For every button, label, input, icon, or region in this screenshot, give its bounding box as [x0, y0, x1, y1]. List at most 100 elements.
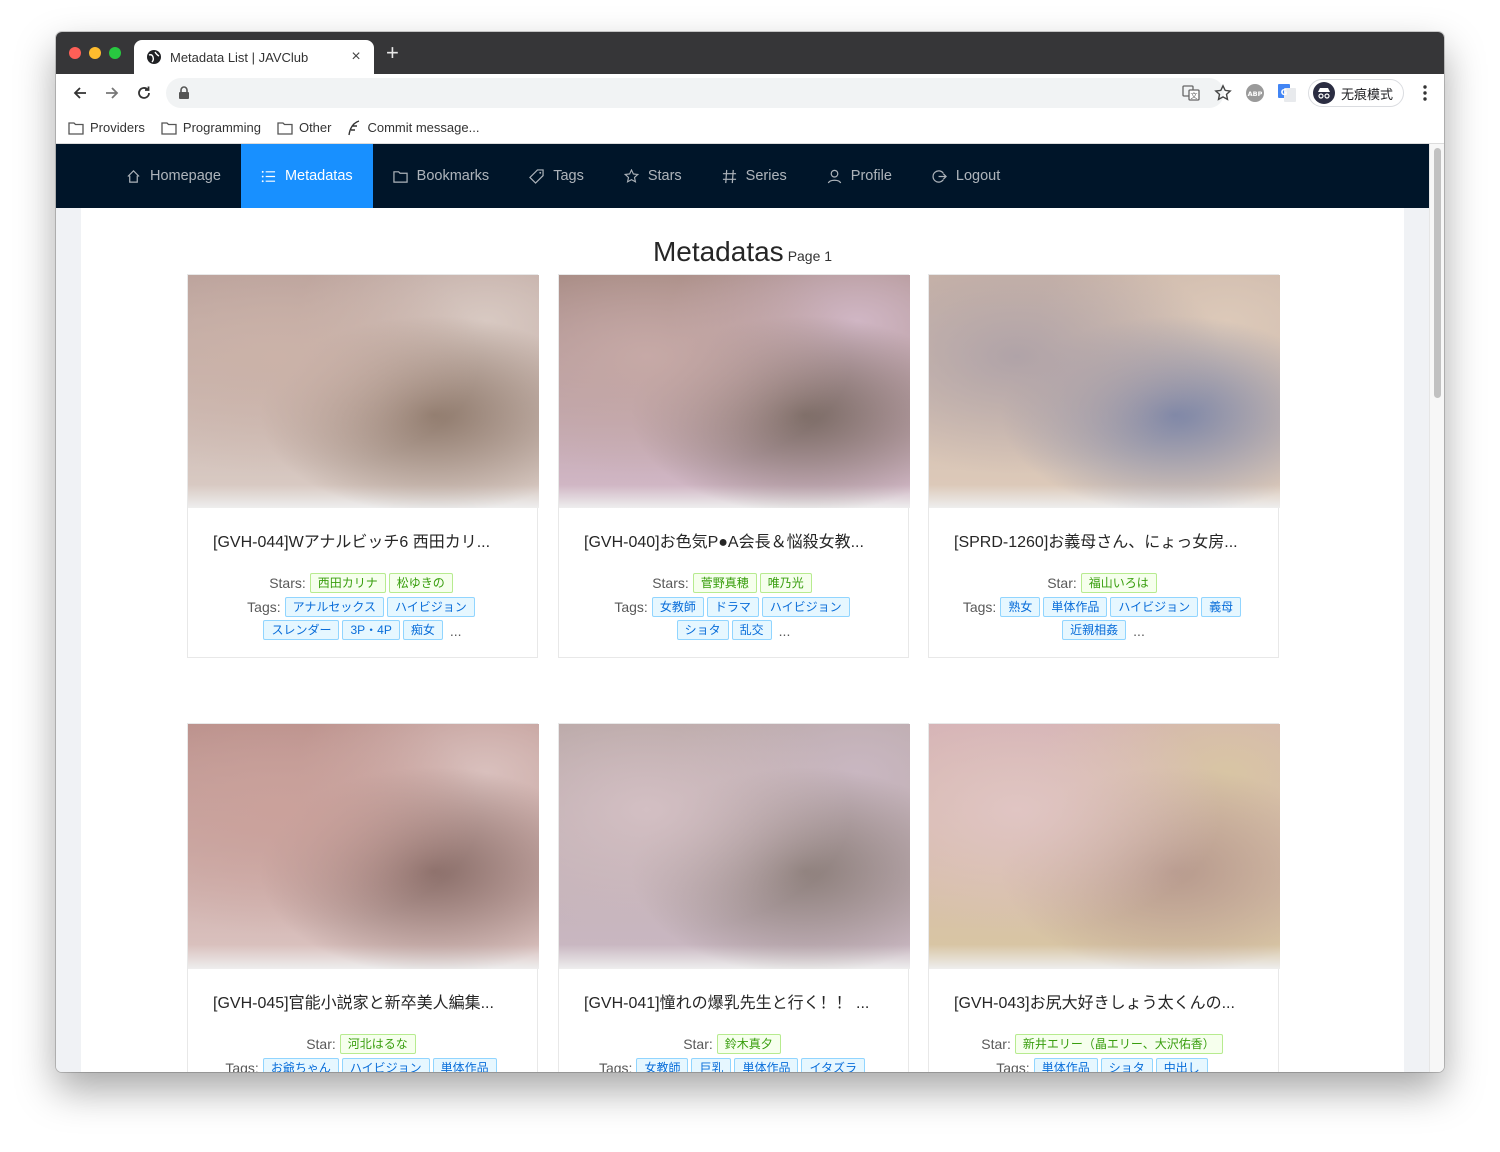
new-tab-button[interactable]: + [386, 42, 399, 64]
category-tag[interactable]: 単体作品 [432, 1057, 497, 1072]
bookmark-item[interactable]: Commit message... [347, 119, 479, 136]
metadata-card[interactable]: [GVH-044]Wアナルビッチ6 西田カリ... Stars: 西田カリナ 松ゆきの… [187, 274, 539, 659]
category-tag[interactable]: 単体作品 [734, 1057, 799, 1072]
card-title[interactable]: [GVH-044]Wアナルビッチ6 西田カリ... [198, 528, 527, 552]
category-tag[interactable]: スレンダー [263, 620, 340, 641]
forward-button[interactable] [96, 77, 128, 109]
tags-row: Tags: アナルセックス ハイビジョンスレンダー 3P・4P 痴女... [198, 596, 527, 644]
stars-row: Star: 河北はるな [198, 1033, 527, 1057]
nav-item-bookmarks[interactable]: Bookmarks [373, 144, 510, 208]
cover-image[interactable] [559, 275, 910, 508]
card-body: [GVH-041]憧れの爆乳先生と行く！！ ... Star: 鈴木真夕 Tags: 女… [559, 969, 908, 1072]
tags-label: Tags: [247, 598, 281, 615]
category-tag[interactable]: 痴女 [402, 620, 443, 641]
category-tag[interactable]: 女教師 [651, 596, 704, 617]
tags-row: Tags: 単体作品 ショタ 中出し [939, 1057, 1268, 1072]
star-tag[interactable]: 菅野真穂 [692, 572, 757, 593]
card-title[interactable]: [SPRD-1260]お義母さん、にょっ女房... [939, 528, 1268, 552]
kebab-menu-icon[interactable] [1414, 82, 1436, 104]
category-tag[interactable]: 女教師 [636, 1057, 689, 1072]
back-button[interactable] [64, 77, 96, 109]
bookmark-label: Providers [90, 120, 145, 135]
card-title[interactable]: [GVH-043]お尻大好きしょう太くんの... [939, 989, 1268, 1013]
bookmark-item[interactable]: Providers [68, 120, 145, 135]
star-tag[interactable]: 唯乃光 [759, 572, 812, 593]
category-tag[interactable]: ショタ [1100, 1057, 1153, 1072]
cover-image[interactable] [559, 724, 910, 969]
category-tag[interactable]: 乱交 [731, 620, 772, 641]
category-tag[interactable]: 熟女 [1000, 596, 1041, 617]
metadata-card[interactable]: [GVH-040]お色気P●A会長＆悩殺女教... Stars: 菅野真穂 唯乃光 Ta… [558, 274, 910, 659]
category-tag[interactable]: 近親相姦 [1062, 620, 1127, 641]
cover-image[interactable] [188, 275, 539, 508]
card-title[interactable]: [GVH-045]官能小説家と新卒美人編集... [198, 989, 527, 1013]
nav-item-logout[interactable]: Logout [912, 144, 1020, 208]
cover-image[interactable] [929, 724, 1280, 969]
tab-close-icon[interactable]: × [348, 48, 364, 66]
svg-text:文: 文 [1190, 91, 1197, 100]
star-tag[interactable]: 河北はるな [339, 1033, 416, 1054]
address-bar[interactable] [166, 78, 1224, 108]
nav-item-stars[interactable]: Stars [604, 144, 702, 208]
metadata-card[interactable]: [SPRD-1260]お義母さん、にょっ女房... Star: 福山いろは Tags:… [928, 274, 1280, 659]
adblock-icon[interactable]: ABP [1244, 82, 1266, 104]
category-tag[interactable]: お爺ちゃん [262, 1057, 339, 1072]
star-tag[interactable]: 西田カリナ [309, 572, 386, 593]
card-title[interactable]: [GVH-040]お色気P●A会長＆悩殺女教... [569, 528, 898, 552]
card-title[interactable]: [GVH-041]憧れの爆乳先生と行く！！ ... [569, 989, 898, 1013]
category-tag[interactable]: 3P・4P [342, 620, 400, 641]
category-tag[interactable]: イタズラ [801, 1057, 866, 1072]
page-scrollbar[interactable] [1429, 144, 1444, 1072]
category-tag[interactable]: ハイビジョン [341, 1057, 430, 1072]
zoom-window-button[interactable] [109, 47, 121, 59]
bookmark-item[interactable]: Programming [161, 120, 261, 135]
minimize-window-button[interactable] [89, 47, 101, 59]
translate-icon[interactable]: 文 [1180, 82, 1202, 104]
close-window-button[interactable] [69, 47, 81, 59]
stars-label: Star: [981, 1036, 1011, 1052]
nav-item-profile[interactable]: Profile [807, 144, 912, 208]
star-tag[interactable]: 新井エリー（晶エリー、大沢佑香） [1014, 1033, 1223, 1054]
reload-button[interactable] [128, 77, 160, 109]
bookmark-star-icon[interactable] [1212, 82, 1234, 104]
svg-text:ABP: ABP [1248, 90, 1263, 98]
category-tag[interactable]: ハイビジョン [387, 596, 475, 617]
card-body: [GVH-045]官能小説家と新卒美人編集... Star: 河北はるな Tags: お… [188, 969, 537, 1072]
nav-item-homepage[interactable]: Homepage [106, 144, 241, 208]
category-tag[interactable]: 単体作品 [1033, 1057, 1098, 1072]
svg-text:G: G [1281, 88, 1288, 97]
nav-item-label: Stars [647, 168, 682, 184]
card-body: [GVH-040]お色気P●A会長＆悩殺女教... Stars: 菅野真穂 唯乃光 Ta… [559, 508, 908, 657]
stars-row: Star: 新井エリー（晶エリー、大沢佑香） [939, 1033, 1268, 1057]
browser-tab[interactable]: Metadata List | JAVClub × [134, 40, 374, 74]
nav-item-tags[interactable]: Tags [509, 144, 604, 208]
category-tag[interactable]: ハイビジョン [1110, 596, 1199, 617]
stars-row: Stars: 菅野真穂 唯乃光 [569, 572, 898, 596]
cover-image[interactable] [188, 724, 539, 969]
category-tag[interactable]: 義母 [1201, 596, 1242, 617]
metadata-card[interactable]: [GVH-045]官能小説家と新卒美人編集... Star: 河北はるな Tags: お… [187, 723, 539, 1072]
bookmark-item[interactable]: Other [277, 120, 332, 135]
category-tag[interactable]: ハイビジョン [761, 596, 850, 617]
category-tag[interactable]: 中出し [1155, 1057, 1208, 1072]
star-tag[interactable]: 鈴木真夕 [716, 1033, 781, 1054]
star-tag[interactable]: 福山いろは [1080, 572, 1157, 593]
metadata-card[interactable]: [GVH-043]お尻大好きしょう太くんの... Star: 新井エリー（晶エリー、… [928, 723, 1280, 1072]
star-tag[interactable]: 松ゆきの [388, 572, 453, 593]
cover-image[interactable] [929, 275, 1280, 508]
metadata-card[interactable]: [GVH-041]憧れの爆乳先生と行く！！ ... Star: 鈴木真夕 Tags: 女… [558, 723, 910, 1072]
tags-label: Tags: [996, 1059, 1030, 1072]
google-translate-icon[interactable]: G [1276, 82, 1298, 104]
category-tag[interactable]: 単体作品 [1043, 596, 1108, 617]
incognito-badge[interactable]: 无痕模式 [1307, 79, 1404, 107]
page-subtitle: Page 1 [787, 248, 833, 264]
nav-item-metadatas[interactable]: Metadatas [240, 144, 373, 208]
category-tag[interactable]: ドラマ [706, 596, 759, 617]
scrollbar-thumb[interactable] [1434, 148, 1441, 398]
bookmark-label: Other [298, 120, 332, 135]
category-tag[interactable]: アナルセックス [284, 596, 385, 617]
folder-icon [161, 121, 177, 135]
category-tag[interactable]: ショタ [676, 620, 729, 641]
category-tag[interactable]: 巨乳 [691, 1057, 732, 1072]
nav-item-series[interactable]: Series [702, 144, 807, 208]
